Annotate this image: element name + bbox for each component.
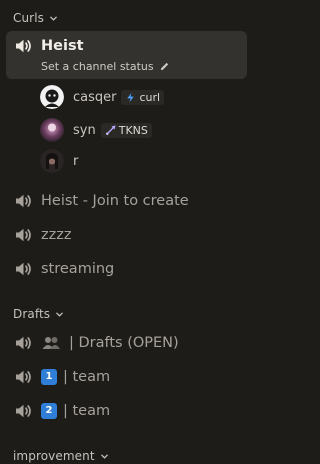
chevron-down-icon xyxy=(100,454,108,459)
set-channel-status[interactable]: Set a channel status xyxy=(41,60,170,73)
voice-channel-heist-join[interactable]: Heist - Join to create xyxy=(6,186,247,216)
voice-channel-streaming[interactable]: streaming xyxy=(6,254,247,284)
speaker-icon xyxy=(16,39,31,53)
channel-name: streaming xyxy=(41,261,115,277)
speaker-icon xyxy=(16,262,31,276)
channel-name: Heist - Join to create xyxy=(41,193,189,209)
keycap-one-icon: 1 xyxy=(41,369,57,385)
voice-channel-team-2[interactable]: 2 | team xyxy=(6,396,247,426)
voice-member[interactable]: casqer curl xyxy=(40,83,165,111)
voice-member[interactable]: syn TKNS xyxy=(40,116,152,144)
speaker-icon xyxy=(16,370,31,384)
voice-channel-team-1[interactable]: 1 | team xyxy=(6,362,247,392)
tag-label: TKNS xyxy=(118,123,148,137)
member-name: r xyxy=(73,153,79,169)
channel-name: Heist xyxy=(41,38,84,54)
channel-name: zzzz xyxy=(41,227,72,243)
speaker-icon xyxy=(16,228,31,242)
member-tag: TKNS xyxy=(100,122,152,138)
speaker-icon xyxy=(16,404,31,418)
channel-name: | team xyxy=(63,403,111,419)
channel-name: | Drafts (OPEN) xyxy=(69,335,179,351)
lightning-icon xyxy=(127,92,135,102)
avatar xyxy=(40,149,64,173)
member-name: casqer xyxy=(73,89,117,105)
people-icon xyxy=(42,337,60,349)
avatar xyxy=(40,85,64,109)
chevron-down-icon xyxy=(56,312,63,317)
channel-list: Curls Heist Set a channel status casqer xyxy=(0,0,253,464)
category-improvement[interactable]: improvement xyxy=(13,448,109,464)
pencil-icon xyxy=(160,62,168,71)
category-label: Curls xyxy=(13,11,45,25)
speaker-icon xyxy=(16,194,31,208)
tag-label: curl xyxy=(139,90,161,104)
category-label: improvement xyxy=(13,449,95,463)
channel-name: | team xyxy=(63,369,111,385)
category-label: Drafts xyxy=(13,307,51,321)
member-tag: curl xyxy=(121,89,165,105)
swords-icon xyxy=(105,124,116,135)
keycap-two-icon: 2 xyxy=(41,403,57,419)
avatar xyxy=(40,118,64,142)
status-label: Set a channel status xyxy=(41,60,154,73)
voice-channel-zzzz[interactable]: zzzz xyxy=(6,220,247,250)
category-drafts[interactable]: Drafts xyxy=(13,306,64,322)
chevron-down-icon xyxy=(50,16,57,21)
category-curls[interactable]: Curls xyxy=(13,10,58,26)
voice-member[interactable]: r xyxy=(40,147,78,175)
member-name: syn xyxy=(73,122,96,138)
speaker-icon xyxy=(16,336,31,350)
voice-channel-drafts-open[interactable]: | Drafts (OPEN) xyxy=(6,328,247,358)
